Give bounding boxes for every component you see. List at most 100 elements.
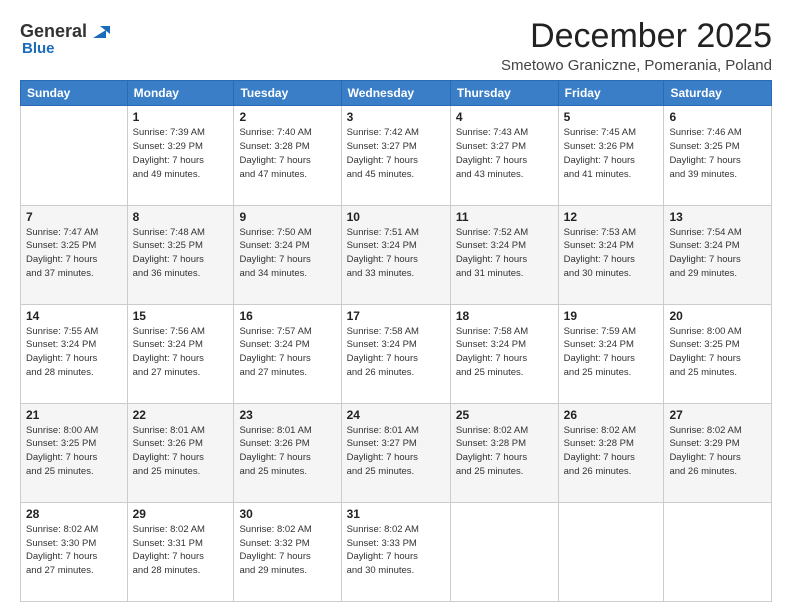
day-number: 22	[133, 408, 229, 422]
table-row: 26 Sunrise: 8:02 AM Sunset: 3:28 PM Dayli…	[558, 403, 664, 502]
day-number: 29	[133, 507, 229, 521]
table-row: 13Sunrise: 7:54 AM Sunset: 3:24 PM Dayli…	[664, 205, 772, 304]
table-row: 19Sunrise: 7:59 AM Sunset: 3:24 PM Dayli…	[558, 304, 664, 403]
day-info: Sunrise: 8:01 AM Sunset: 3:26 PM Dayligh…	[239, 424, 335, 479]
table-row	[558, 502, 664, 601]
table-row	[21, 106, 128, 205]
day-info: Sunrise: 8:00 AM Sunset: 3:25 PM Dayligh…	[669, 325, 766, 380]
calendar-row-1: 1 Sunrise: 7:39 AM Sunset: 3:29 PM Daylig…	[21, 106, 772, 205]
day-number: 17	[347, 309, 445, 323]
day-number: 23	[239, 408, 335, 422]
table-row: 3 Sunrise: 7:42 AM Sunset: 3:27 PM Daylig…	[341, 106, 450, 205]
day-info: Sunrise: 7:55 AM Sunset: 3:24 PM Dayligh…	[26, 325, 122, 380]
day-number: 9	[239, 210, 335, 224]
day-number: 30	[239, 507, 335, 521]
day-info: Sunrise: 8:02 AM Sunset: 3:32 PM Dayligh…	[239, 523, 335, 578]
day-info: Sunrise: 7:42 AM Sunset: 3:27 PM Dayligh…	[347, 126, 445, 181]
day-number: 8	[133, 210, 229, 224]
day-info: Sunrise: 8:02 AM Sunset: 3:28 PM Dayligh…	[564, 424, 659, 479]
table-row: 28 Sunrise: 8:02 AM Sunset: 3:30 PM Dayli…	[21, 502, 128, 601]
table-row: 12 Sunrise: 7:53 AM Sunset: 3:24 PM Dayli…	[558, 205, 664, 304]
day-info: Sunrise: 7:39 AM Sunset: 3:29 PM Dayligh…	[133, 126, 229, 181]
day-info: Sunrise: 7:47 AM Sunset: 3:25 PM Dayligh…	[26, 226, 122, 281]
day-info: Sunrise: 7:50 AM Sunset: 3:24 PM Dayligh…	[239, 226, 335, 281]
day-info: Sunrise: 7:52 AM Sunset: 3:24 PM Dayligh…	[456, 226, 553, 281]
day-number: 12	[564, 210, 659, 224]
table-row: 5Sunrise: 7:45 AM Sunset: 3:26 PM Daylig…	[558, 106, 664, 205]
table-row: 14 Sunrise: 7:55 AM Sunset: 3:24 PM Dayli…	[21, 304, 128, 403]
col-friday: Friday	[558, 81, 664, 106]
page: General Blue December 2025 Smetowo Grani…	[0, 0, 792, 612]
day-info: Sunrise: 8:00 AM Sunset: 3:25 PM Dayligh…	[26, 424, 122, 479]
calendar-row-4: 21 Sunrise: 8:00 AM Sunset: 3:25 PM Dayli…	[21, 403, 772, 502]
table-row: 17Sunrise: 7:58 AM Sunset: 3:24 PM Dayli…	[341, 304, 450, 403]
table-row: 2 Sunrise: 7:40 AM Sunset: 3:28 PM Daylig…	[234, 106, 341, 205]
day-info: Sunrise: 7:54 AM Sunset: 3:24 PM Dayligh…	[669, 226, 766, 281]
table-row: 9 Sunrise: 7:50 AM Sunset: 3:24 PM Daylig…	[234, 205, 341, 304]
table-row: 23 Sunrise: 8:01 AM Sunset: 3:26 PM Dayli…	[234, 403, 341, 502]
day-number: 24	[347, 408, 445, 422]
day-number: 4	[456, 110, 553, 124]
day-info: Sunrise: 7:40 AM Sunset: 3:28 PM Dayligh…	[239, 126, 335, 181]
day-info: Sunrise: 7:59 AM Sunset: 3:24 PM Dayligh…	[564, 325, 659, 380]
day-info: Sunrise: 7:53 AM Sunset: 3:24 PM Dayligh…	[564, 226, 659, 281]
col-sunday: Sunday	[21, 81, 128, 106]
col-monday: Monday	[127, 81, 234, 106]
day-number: 11	[456, 210, 553, 224]
day-number: 16	[239, 309, 335, 323]
day-info: Sunrise: 7:51 AM Sunset: 3:24 PM Dayligh…	[347, 226, 445, 281]
table-row	[664, 502, 772, 601]
logo-general-text: General	[20, 21, 87, 42]
day-info: Sunrise: 8:02 AM Sunset: 3:31 PM Dayligh…	[133, 523, 229, 578]
table-row: 18Sunrise: 7:58 AM Sunset: 3:24 PM Dayli…	[450, 304, 558, 403]
day-number: 31	[347, 507, 445, 521]
day-info: Sunrise: 7:43 AM Sunset: 3:27 PM Dayligh…	[456, 126, 553, 181]
header: General Blue December 2025 Smetowo Grani…	[20, 18, 772, 74]
calendar-row-3: 14 Sunrise: 7:55 AM Sunset: 3:24 PM Dayli…	[21, 304, 772, 403]
day-number: 27	[669, 408, 766, 422]
table-row: 27 Sunrise: 8:02 AM Sunset: 3:29 PM Dayli…	[664, 403, 772, 502]
day-number: 28	[26, 507, 122, 521]
table-row: 16Sunrise: 7:57 AM Sunset: 3:24 PM Dayli…	[234, 304, 341, 403]
day-number: 10	[347, 210, 445, 224]
col-tuesday: Tuesday	[234, 81, 341, 106]
table-row: 24 Sunrise: 8:01 AM Sunset: 3:27 PM Dayli…	[341, 403, 450, 502]
table-row: 25 Sunrise: 8:02 AM Sunset: 3:28 PM Dayli…	[450, 403, 558, 502]
calendar-table: Sunday Monday Tuesday Wednesday Thursday…	[20, 80, 772, 602]
table-row: 31 Sunrise: 8:02 AM Sunset: 3:33 PM Dayli…	[341, 502, 450, 601]
main-title: December 2025	[501, 18, 772, 55]
day-number: 14	[26, 309, 122, 323]
table-row: 29 Sunrise: 8:02 AM Sunset: 3:31 PM Dayli…	[127, 502, 234, 601]
title-block: December 2025 Smetowo Graniczne, Pomeran…	[501, 18, 772, 74]
table-row: 8Sunrise: 7:48 AM Sunset: 3:25 PM Daylig…	[127, 205, 234, 304]
logo: General Blue	[20, 20, 110, 57]
col-saturday: Saturday	[664, 81, 772, 106]
logo-blue-label: Blue	[22, 40, 55, 57]
col-thursday: Thursday	[450, 81, 558, 106]
day-info: Sunrise: 8:02 AM Sunset: 3:29 PM Dayligh…	[669, 424, 766, 479]
table-row: 1 Sunrise: 7:39 AM Sunset: 3:29 PM Daylig…	[127, 106, 234, 205]
logo-icon	[88, 20, 110, 42]
table-row: 10 Sunrise: 7:51 AM Sunset: 3:24 PM Dayli…	[341, 205, 450, 304]
day-info: Sunrise: 7:45 AM Sunset: 3:26 PM Dayligh…	[564, 126, 659, 181]
day-info: Sunrise: 8:02 AM Sunset: 3:28 PM Dayligh…	[456, 424, 553, 479]
table-row	[450, 502, 558, 601]
day-number: 1	[133, 110, 229, 124]
table-row: 11 Sunrise: 7:52 AM Sunset: 3:24 PM Dayli…	[450, 205, 558, 304]
day-number: 6	[669, 110, 766, 124]
day-info: Sunrise: 7:46 AM Sunset: 3:25 PM Dayligh…	[669, 126, 766, 181]
table-row: 22Sunrise: 8:01 AM Sunset: 3:26 PM Dayli…	[127, 403, 234, 502]
table-row: 7Sunrise: 7:47 AM Sunset: 3:25 PM Daylig…	[21, 205, 128, 304]
day-number: 3	[347, 110, 445, 124]
table-row: 4 Sunrise: 7:43 AM Sunset: 3:27 PM Daylig…	[450, 106, 558, 205]
day-info: Sunrise: 8:02 AM Sunset: 3:33 PM Dayligh…	[347, 523, 445, 578]
day-info: Sunrise: 8:02 AM Sunset: 3:30 PM Dayligh…	[26, 523, 122, 578]
day-number: 25	[456, 408, 553, 422]
table-row: 20Sunrise: 8:00 AM Sunset: 3:25 PM Dayli…	[664, 304, 772, 403]
day-info: Sunrise: 7:58 AM Sunset: 3:24 PM Dayligh…	[456, 325, 553, 380]
day-info: Sunrise: 8:01 AM Sunset: 3:27 PM Dayligh…	[347, 424, 445, 479]
day-number: 26	[564, 408, 659, 422]
day-number: 21	[26, 408, 122, 422]
day-number: 2	[239, 110, 335, 124]
calendar-header-row: Sunday Monday Tuesday Wednesday Thursday…	[21, 81, 772, 106]
